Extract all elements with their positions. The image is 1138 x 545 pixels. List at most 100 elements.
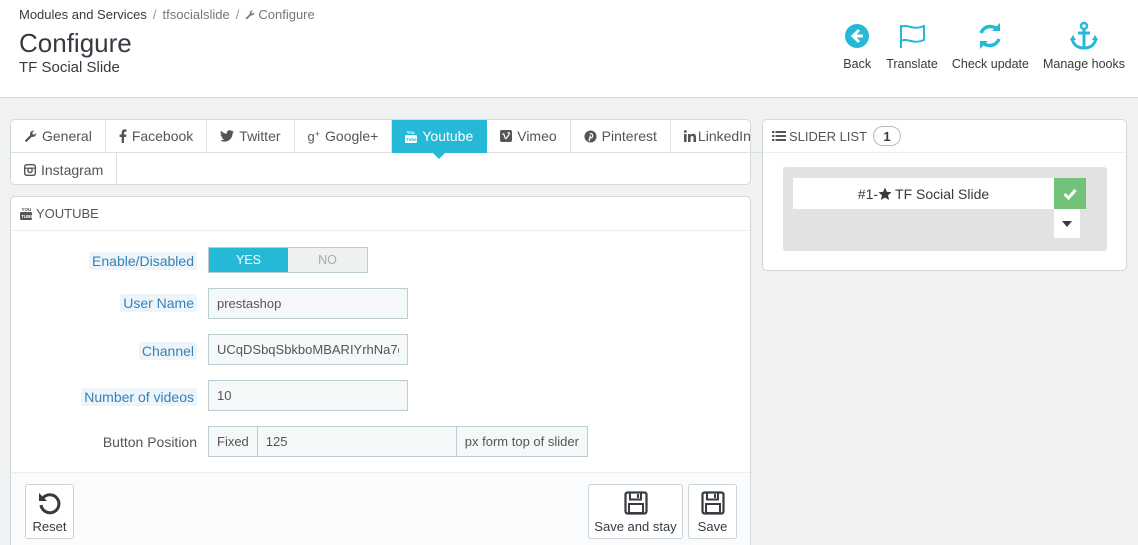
tab-general-label: General <box>42 128 92 144</box>
tab-twitter[interactable]: Twitter <box>207 120 295 153</box>
youtube-icon: You Tube <box>20 207 32 220</box>
slider-item-prefix: #1- <box>857 185 879 202</box>
star-icon <box>878 187 892 201</box>
slider-count-badge: 1 <box>873 126 902 146</box>
vimeo-icon <box>500 130 513 142</box>
reset-button[interactable]: Reset <box>25 484 74 539</box>
tab-pinterest-label: Pinterest <box>601 128 657 144</box>
slider-active-toggle[interactable] <box>1054 178 1086 209</box>
videos-label: Number of videos <box>81 388 197 406</box>
reset-label: Reset <box>32 519 67 534</box>
svg-text:You: You <box>407 130 415 135</box>
channel-row: Channel <box>11 334 750 365</box>
breadcrumb-current: Configure <box>245 7 315 22</box>
youtube-icon: You Tube <box>405 130 418 143</box>
floppy-disk-icon <box>623 489 648 517</box>
back-button[interactable]: Back <box>835 20 879 71</box>
position-row: Button Position Fixed px form top of sli… <box>11 426 750 457</box>
translate-label: Translate <box>886 57 938 71</box>
check-update-label: Check update <box>951 57 1029 71</box>
tab-googleplus-label: Google+ <box>325 128 379 144</box>
enable-row: Enable/Disabled YES NO <box>11 247 750 277</box>
page-title: Configure <box>19 28 132 58</box>
tab-youtube-label: Youtube <box>422 128 474 144</box>
breadcrumb-separator: / <box>235 7 240 22</box>
twitter-icon <box>220 130 235 142</box>
videos-input[interactable] <box>208 380 408 411</box>
check-update-button[interactable]: Check update <box>945 20 1036 71</box>
translate-button[interactable]: Translate <box>879 20 945 71</box>
tab-twitter-label: Twitter <box>239 128 281 144</box>
save-button[interactable]: Save <box>688 484 737 539</box>
panel-heading: You Tube Youtube <box>11 197 750 231</box>
toolbar: Back Translate Check update Manage hooks <box>835 20 1132 71</box>
wrench-icon <box>24 130 37 143</box>
tab-pinterest[interactable]: Pinterest <box>570 120 671 153</box>
tab-vimeo-label: Vimeo <box>517 128 557 144</box>
save-label: Save <box>697 519 728 534</box>
enable-switch[interactable]: YES NO <box>208 247 368 273</box>
tab-general[interactable]: General <box>11 120 106 153</box>
username-row: User Name <box>11 288 750 319</box>
enable-yes-option[interactable]: YES <box>209 248 288 272</box>
slider-list-title: Slider List <box>789 128 868 144</box>
breadcrumb-module: tfsocialslide <box>162 7 230 22</box>
list-icon <box>772 130 786 142</box>
slider-actions-dropdown[interactable] <box>1054 209 1080 238</box>
facebook-icon <box>119 129 127 143</box>
anchor-icon <box>1069 20 1099 52</box>
breadcrumb-separator: / <box>152 7 157 22</box>
position-input[interactable] <box>257 427 456 456</box>
tab-instagram-label: Instagram <box>41 161 104 178</box>
breadcrumb-modules-link[interactable]: Modules and Services <box>19 7 147 22</box>
google-plus-icon: g + <box>307 128 321 144</box>
instagram-icon <box>24 163 36 176</box>
breadcrumb-current-label: Configure <box>258 7 315 22</box>
save-and-stay-label: Save and stay <box>594 519 677 534</box>
wrench-icon <box>246 10 255 20</box>
tab-facebook[interactable]: Facebook <box>105 120 208 153</box>
channel-input[interactable] <box>208 334 408 365</box>
youtube-form-panel: You Tube Youtube Enable/Disabled YES NO U… <box>10 196 751 545</box>
slider-list-heading: Slider List 1 <box>763 120 1126 153</box>
position-prefix: Fixed <box>209 427 258 456</box>
manage-hooks-button[interactable]: Manage hooks <box>1036 20 1132 71</box>
position-input-group: Fixed px form top of slider <box>208 426 588 457</box>
enable-no-option[interactable]: NO <box>288 248 367 272</box>
arrow-left-circle-icon <box>842 20 872 52</box>
social-tabs: General Facebook Twitter g + Google+ You T… <box>10 119 765 186</box>
page-header: Modules and Services / tfsocialslide / Confi… <box>0 0 1138 98</box>
floppy-disk-icon <box>700 489 725 517</box>
slider-list-box: #1- TF Social Slide <box>783 167 1107 251</box>
panel-footer: Reset Save and stay Save <box>11 472 750 545</box>
username-label: User Name <box>120 294 197 312</box>
tab-vimeo[interactable]: Vimeo <box>487 120 571 153</box>
channel-label: Channel <box>138 342 197 360</box>
back-label: Back <box>843 57 872 71</box>
pinterest-icon <box>584 129 597 143</box>
page-subtitle: TF Social Slide <box>19 59 120 76</box>
position-suffix: px form top of slider <box>455 427 587 456</box>
save-and-stay-button[interactable]: Save and stay <box>588 484 683 539</box>
slider-list-panel: Slider List 1 #1- TF Social Slide <box>762 119 1127 271</box>
videos-row: Number of videos <box>11 380 750 411</box>
tab-linkedin-label: LinkedIn <box>697 128 751 144</box>
tab-youtube[interactable]: You Tube Youtube <box>392 120 488 159</box>
manage-hooks-label: Manage hooks <box>1042 57 1125 71</box>
enable-label: Enable/Disabled <box>89 252 197 270</box>
position-label: Button Position <box>102 434 197 450</box>
svg-text:Tube: Tube <box>21 214 32 219</box>
check-icon <box>1063 188 1077 200</box>
undo-icon <box>37 489 63 517</box>
tab-googleplus[interactable]: g + Google+ <box>294 120 393 153</box>
breadcrumb: Modules and Services / tfsocialslide / Confi… <box>19 7 315 22</box>
panel-heading-title: Youtube <box>36 206 99 221</box>
tab-facebook-label: Facebook <box>131 128 194 144</box>
slider-item[interactable]: #1- TF Social Slide <box>793 178 1054 209</box>
linkedin-icon <box>683 130 696 142</box>
svg-text:You: You <box>22 207 32 212</box>
tab-linkedin[interactable]: LinkedIn <box>670 120 765 153</box>
tab-instagram[interactable]: Instagram <box>11 153 118 186</box>
svg-text:Tube: Tube <box>407 137 418 142</box>
username-input[interactable] <box>208 288 408 319</box>
